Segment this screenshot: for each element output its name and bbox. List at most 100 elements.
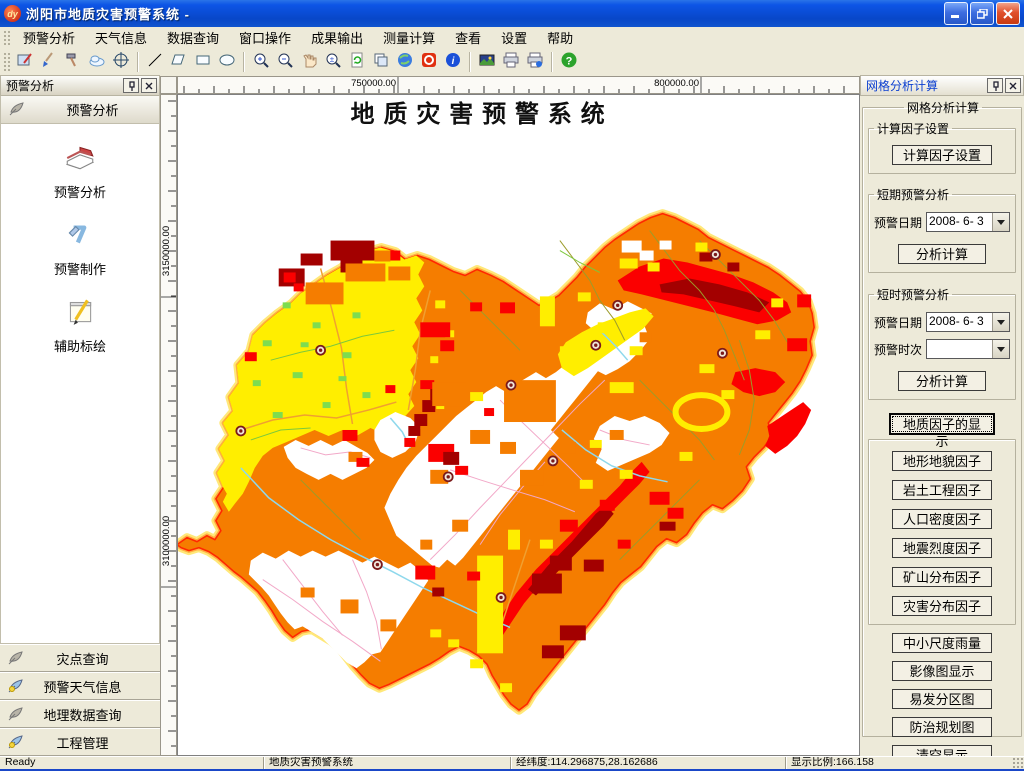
left-panel-close-icon[interactable] bbox=[141, 78, 157, 93]
menu-item[interactable]: 帮助 bbox=[537, 26, 583, 49]
nowcast-time-combo[interactable] bbox=[926, 339, 1010, 359]
right-panel-titlebar: 网格分析计算 bbox=[860, 75, 1024, 96]
make-icon bbox=[63, 217, 97, 254]
nav-row-预警天气信息[interactable]: 预警天气信息 bbox=[0, 672, 160, 700]
toolbar-button-info[interactable]: i bbox=[441, 50, 465, 73]
sidebar-item-draw[interactable]: 辅助标绘 bbox=[1, 294, 159, 355]
town-marker bbox=[590, 339, 602, 351]
toolbar-button-pan[interactable] bbox=[297, 50, 321, 73]
display-option-button[interactable]: 清空显示 bbox=[892, 745, 992, 756]
toolbar-button-zoom-extent[interactable]: ± bbox=[321, 50, 345, 73]
menu-item[interactable]: 设置 bbox=[491, 26, 537, 49]
town-marker bbox=[495, 592, 507, 603]
toolbar-button-zoom-in[interactable] bbox=[249, 50, 273, 73]
chevron-down-icon[interactable] bbox=[992, 313, 1009, 331]
geo-factor-display-button[interactable]: 地质因子的显示 bbox=[889, 413, 995, 449]
toolbar-button-line[interactable] bbox=[143, 50, 167, 73]
nav-row-工程管理[interactable]: 工程管理 bbox=[0, 728, 160, 756]
menu-item[interactable]: 天气信息 bbox=[85, 26, 157, 49]
toolbar-button-polygon[interactable] bbox=[167, 50, 191, 73]
toolbar-button-cloud[interactable] bbox=[85, 50, 109, 73]
toolbar-button-refresh[interactable] bbox=[345, 50, 369, 73]
factor-button[interactable]: 人口密度因子 bbox=[892, 509, 992, 529]
display-option-button[interactable]: 影像图显示 bbox=[892, 661, 992, 681]
toolbar-button-stop[interactable] bbox=[417, 50, 441, 73]
factor-button[interactable]: 地震烈度因子 bbox=[892, 538, 992, 558]
time-label: 预警时次 bbox=[874, 342, 923, 357]
bottom-buttons: 中小尺度雨量 影像图显示易发分区图防治规划图清空显示 bbox=[868, 633, 1016, 756]
toolbar-button-help[interactable]: ? bbox=[557, 50, 581, 73]
toolbar-button-target[interactable] bbox=[109, 50, 133, 73]
status-ready: Ready bbox=[5, 757, 36, 768]
right-panel-close-icon[interactable] bbox=[1005, 78, 1021, 93]
display-option-button[interactable]: 中小尺度雨量 bbox=[892, 633, 992, 653]
toolbar-button-print-setup[interactable] bbox=[523, 50, 547, 73]
toolbar-button-print[interactable] bbox=[499, 50, 523, 73]
chevron-down-icon[interactable] bbox=[992, 213, 1009, 231]
sidebar-item-book[interactable]: 预警分析 bbox=[1, 140, 159, 201]
toolbar-separator bbox=[137, 51, 139, 72]
app-logo-icon: dy bbox=[4, 5, 21, 22]
toolbar-grip[interactable] bbox=[3, 52, 10, 71]
nowcast-date-combo[interactable]: 2008- 6- 3 bbox=[926, 312, 1010, 332]
toolbar-button-hammer[interactable] bbox=[61, 50, 85, 73]
factor-setup-groupbox: 计算因子设置 计算因子设置 bbox=[868, 120, 1016, 174]
pin-icon[interactable] bbox=[987, 78, 1003, 93]
toolbar-separator bbox=[243, 51, 245, 72]
toolbar-separator bbox=[551, 51, 553, 72]
menu-bar: 预警分析 天气信息 数据查询 窗口操作 成果输出 测量计算 查看 设置 帮助 bbox=[0, 27, 1024, 49]
pin-icon[interactable] bbox=[123, 78, 139, 93]
zoom-extent-icon: ± bbox=[324, 51, 342, 72]
minimize-button[interactable] bbox=[944, 2, 968, 25]
factor-button[interactable]: 岩土工程因子 bbox=[892, 480, 992, 500]
short-term-date-combo[interactable]: 2008- 6- 3 bbox=[926, 212, 1010, 232]
town-marker bbox=[372, 559, 383, 570]
toolbar-button-rectangle[interactable] bbox=[191, 50, 215, 73]
vertical-ruler: 3150000.00 3100000.00 bbox=[160, 94, 177, 756]
factor-button[interactable]: 矿山分布因子 bbox=[892, 567, 992, 587]
svg-text:±: ± bbox=[330, 55, 335, 64]
toolbar-button-globe[interactable] bbox=[393, 50, 417, 73]
svg-text:750000.00: 750000.00 bbox=[351, 78, 396, 89]
left-panel-header-label: 预警分析 bbox=[66, 103, 119, 118]
chevron-down-icon[interactable] bbox=[992, 340, 1009, 358]
image-map-icon bbox=[478, 51, 496, 72]
toolbar-button-zoom-out[interactable] bbox=[273, 50, 297, 73]
toolbar-button-brush[interactable] bbox=[37, 50, 61, 73]
factor-button[interactable]: 地形地貌因子 bbox=[892, 451, 992, 471]
factor-setup-button[interactable]: 计算因子设置 bbox=[892, 145, 992, 165]
factor-button[interactable]: 灾害分布因子 bbox=[892, 596, 992, 616]
toolbar-button-layers[interactable] bbox=[369, 50, 393, 73]
map-canvas[interactable]: 地质灾害预警系统 bbox=[177, 94, 860, 756]
menu-item[interactable]: 预警分析 bbox=[13, 26, 85, 49]
short-term-analyze-button[interactable]: 分析计算 bbox=[898, 244, 986, 264]
status-bar: Ready 地质灾害预警系统 经纬度:114.296875,28.162686 … bbox=[0, 756, 1024, 771]
display-option-button[interactable]: 防治规划图 bbox=[892, 717, 992, 737]
nav-row-地理数据查询[interactable]: 地理数据查询 bbox=[0, 700, 160, 728]
nowcast-groupbox: 短时预警分析 预警日期 2008- 6- 3 预警时次 分析计算 bbox=[868, 286, 1016, 400]
restore-button[interactable] bbox=[970, 2, 994, 25]
nav-row-灾点查询[interactable]: 灾点查询 bbox=[0, 644, 160, 672]
toolbar-button-edit-map[interactable] bbox=[13, 50, 37, 73]
globe-icon bbox=[396, 51, 414, 72]
close-button[interactable] bbox=[996, 2, 1020, 25]
nowcast-analyze-button[interactable]: 分析计算 bbox=[898, 371, 986, 391]
town-marker bbox=[717, 347, 728, 359]
menu-item[interactable]: 测量计算 bbox=[373, 26, 445, 49]
toolbar-button-ellipse[interactable] bbox=[215, 50, 239, 73]
display-option-button[interactable]: 易发分区图 bbox=[892, 689, 992, 709]
menu-item[interactable]: 数据查询 bbox=[157, 26, 229, 49]
sidebar-item-make[interactable]: 预警制作 bbox=[1, 217, 159, 278]
nav-row-label: 工程管理 bbox=[56, 735, 109, 751]
menu-item[interactable]: 成果输出 bbox=[301, 26, 373, 49]
menu-item[interactable]: 窗口操作 bbox=[229, 26, 301, 49]
toolbar-items: ± i? bbox=[13, 50, 581, 73]
menu-grip[interactable] bbox=[3, 30, 10, 45]
nav-row-label: 灾点查询 bbox=[56, 651, 109, 667]
resize-grip[interactable] bbox=[1012, 757, 1024, 769]
menu-item[interactable]: 查看 bbox=[445, 26, 491, 49]
grid-analysis-groupbox: 网格分析计算 计算因子设置 计算因子设置 短期预警分析 预警日期 2008- 6… bbox=[862, 99, 1022, 756]
ruler-corner bbox=[160, 76, 177, 94]
stop-icon bbox=[420, 51, 438, 72]
toolbar-button-image-map[interactable] bbox=[475, 50, 499, 73]
